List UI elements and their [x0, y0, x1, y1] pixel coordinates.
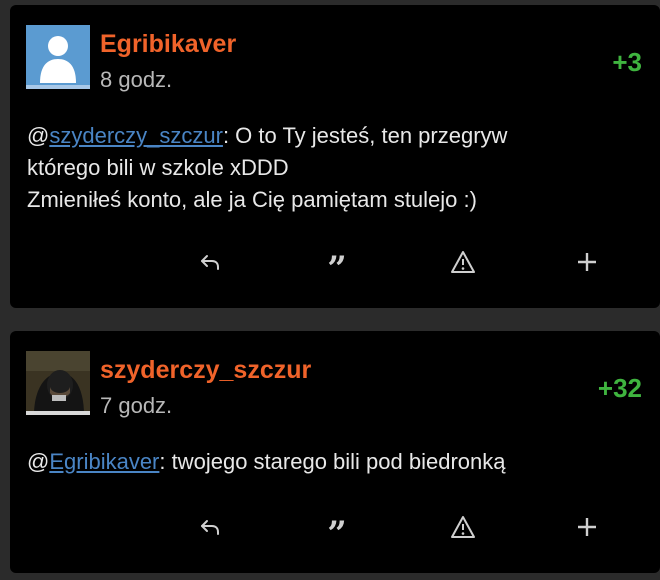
username[interactable]: szyderczy_szczur	[100, 355, 311, 385]
comment-text: : O to Ty jesteś, ten przegryw	[222, 123, 508, 148]
plus-icon	[578, 253, 596, 271]
comment-text: : twojego starego bili pod biedronką	[159, 449, 506, 474]
comment-line: @szyderczy_szczur: O to Ty jesteś, ten p…	[27, 120, 637, 152]
quote-icon: ”	[327, 249, 347, 289]
comment-line: którego bili w szkole xDDD	[27, 155, 289, 180]
timestamp: 7 godz.	[100, 393, 173, 418]
reply-arrow-icon	[201, 255, 219, 270]
comment-actions: ”	[10, 507, 660, 551]
mention-prefix: @	[27, 449, 50, 474]
comment-actions: ”	[10, 242, 660, 286]
reply-arrow-icon	[201, 520, 219, 535]
warning-triangle-icon	[451, 516, 475, 538]
quote-button[interactable]: ”	[317, 242, 357, 286]
quote-icon: ”	[327, 514, 347, 554]
comment-line: Zmieniłeś konto, ale ja Cię pamiętam stu…	[27, 187, 477, 212]
vote-score: +3	[612, 47, 642, 77]
warning-triangle-icon	[451, 251, 475, 273]
mention-link[interactable]: szyderczy_szczur	[49, 123, 223, 148]
report-button[interactable]	[443, 242, 483, 282]
mention-prefix: @	[27, 123, 50, 148]
avatar[interactable]	[26, 25, 90, 89]
comment-body: @Egribikaver: twojego starego bili pod b…	[27, 446, 637, 478]
default-user-avatar-icon	[26, 25, 90, 85]
comment-card: szyderczy_szczur 7 godz. +32 @Egribikave…	[10, 331, 660, 573]
plus-button[interactable]	[567, 507, 607, 547]
reply-button[interactable]	[190, 507, 230, 547]
user-photo-icon	[26, 351, 90, 415]
username[interactable]: Egribikaver	[100, 29, 236, 59]
plus-icon	[578, 518, 596, 536]
quote-button[interactable]: ”	[317, 507, 357, 551]
comment-card: Egribikaver 8 godz. +3 @szyderczy_szczur…	[10, 5, 660, 308]
plus-button[interactable]	[567, 242, 607, 282]
comment-line: @Egribikaver: twojego starego bili pod b…	[27, 446, 637, 478]
avatar[interactable]	[26, 351, 90, 415]
comment-body: @szyderczy_szczur: O to Ty jesteś, ten p…	[27, 120, 637, 216]
vote-score: +32	[597, 373, 642, 403]
timestamp: 8 godz.	[100, 67, 173, 92]
comment-feed: Egribikaver 8 godz. +3 @szyderczy_szczur…	[0, 0, 660, 580]
mention-link[interactable]: Egribikaver	[49, 449, 159, 474]
report-button[interactable]	[443, 507, 483, 547]
reply-button[interactable]	[190, 242, 230, 282]
